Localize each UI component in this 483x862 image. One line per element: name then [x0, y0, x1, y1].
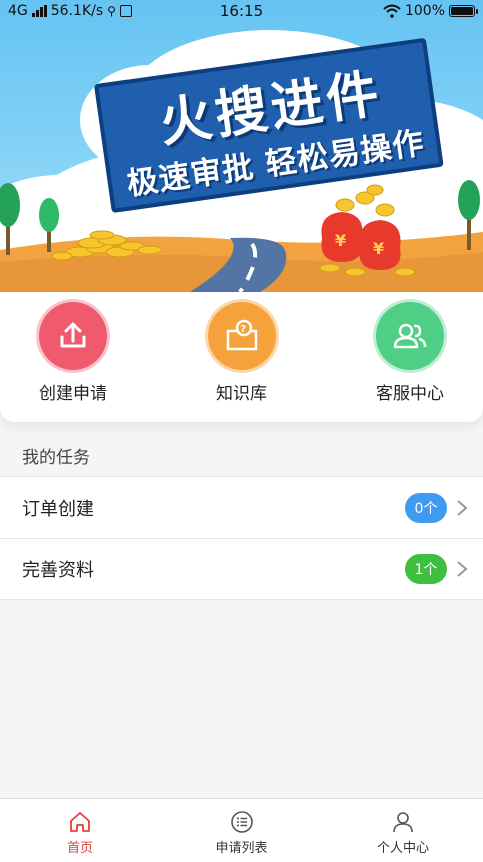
task-list: 订单创建 0个 完善资料 1个	[0, 476, 483, 600]
svg-text:¥: ¥	[335, 231, 346, 250]
app-screen: ¥ ¥ 火搜进件 极速审批 轻松易操作 4G 56.1K/s ⚲ 16:15 1…	[0, 0, 483, 862]
clock: 16:15	[219, 2, 264, 20]
network-type: 4G	[8, 3, 28, 19]
promo-banner[interactable]: ¥ ¥ 火搜进件 极速审批 轻松易操作	[0, 0, 483, 292]
user-icon	[393, 812, 413, 833]
battery-percent: 100%	[404, 3, 445, 19]
count-badge: 0个	[405, 492, 447, 523]
create-application-button[interactable]: 创建申请	[18, 302, 128, 422]
knowledge-base-label: 知识库	[216, 384, 267, 404]
chevron-right-icon	[457, 561, 468, 577]
question-book-icon: ?	[207, 302, 276, 370]
nav-personal-center-label: 个人中心	[376, 841, 429, 856]
wifi-icon	[383, 4, 401, 18]
quick-actions-card: 创建申请 ? 知识库 客服中心	[0, 292, 483, 422]
task-row-order-create[interactable]: 订单创建 0个	[0, 476, 483, 538]
notification-icon	[119, 5, 132, 17]
my-tasks-title: 我的任务	[22, 448, 90, 468]
count-badge: 1个	[405, 554, 447, 584]
network-speed: 56.1K/s	[50, 3, 104, 19]
status-bar: 4G 56.1K/s ⚲ 16:15 100%	[0, 0, 483, 22]
task-label: 订单创建	[22, 498, 94, 520]
task-label: 完善资料	[22, 560, 94, 581]
create-application-label: 创建申请	[39, 384, 107, 404]
battery-icon	[449, 5, 478, 17]
nav-home-label: 首页	[66, 841, 93, 856]
chevron-right-icon	[457, 499, 468, 516]
customer-service-button[interactable]: 客服中心	[355, 302, 465, 422]
svg-text:?: ?	[240, 324, 246, 335]
home-icon	[70, 812, 90, 832]
people-icon	[376, 302, 444, 370]
signal-icon	[31, 5, 47, 17]
svg-text:¥: ¥	[373, 239, 384, 258]
upload-icon	[39, 302, 107, 370]
task-row-complete-profile[interactable]: 完善资料 1个	[0, 538, 483, 600]
nav-application-list-label: 申请列表	[215, 841, 268, 856]
bottom-nav: 首页 申请列表 个人中心	[0, 798, 483, 862]
list-icon	[230, 811, 253, 833]
nav-personal-center[interactable]: 个人中心	[343, 799, 463, 862]
customer-service-label: 客服中心	[376, 384, 444, 404]
nav-home[interactable]: 首页	[20, 799, 140, 862]
usb-icon: ⚲	[107, 4, 116, 18]
nav-application-list[interactable]: 申请列表	[182, 799, 302, 862]
knowledge-base-button[interactable]: ? 知识库	[187, 302, 297, 422]
